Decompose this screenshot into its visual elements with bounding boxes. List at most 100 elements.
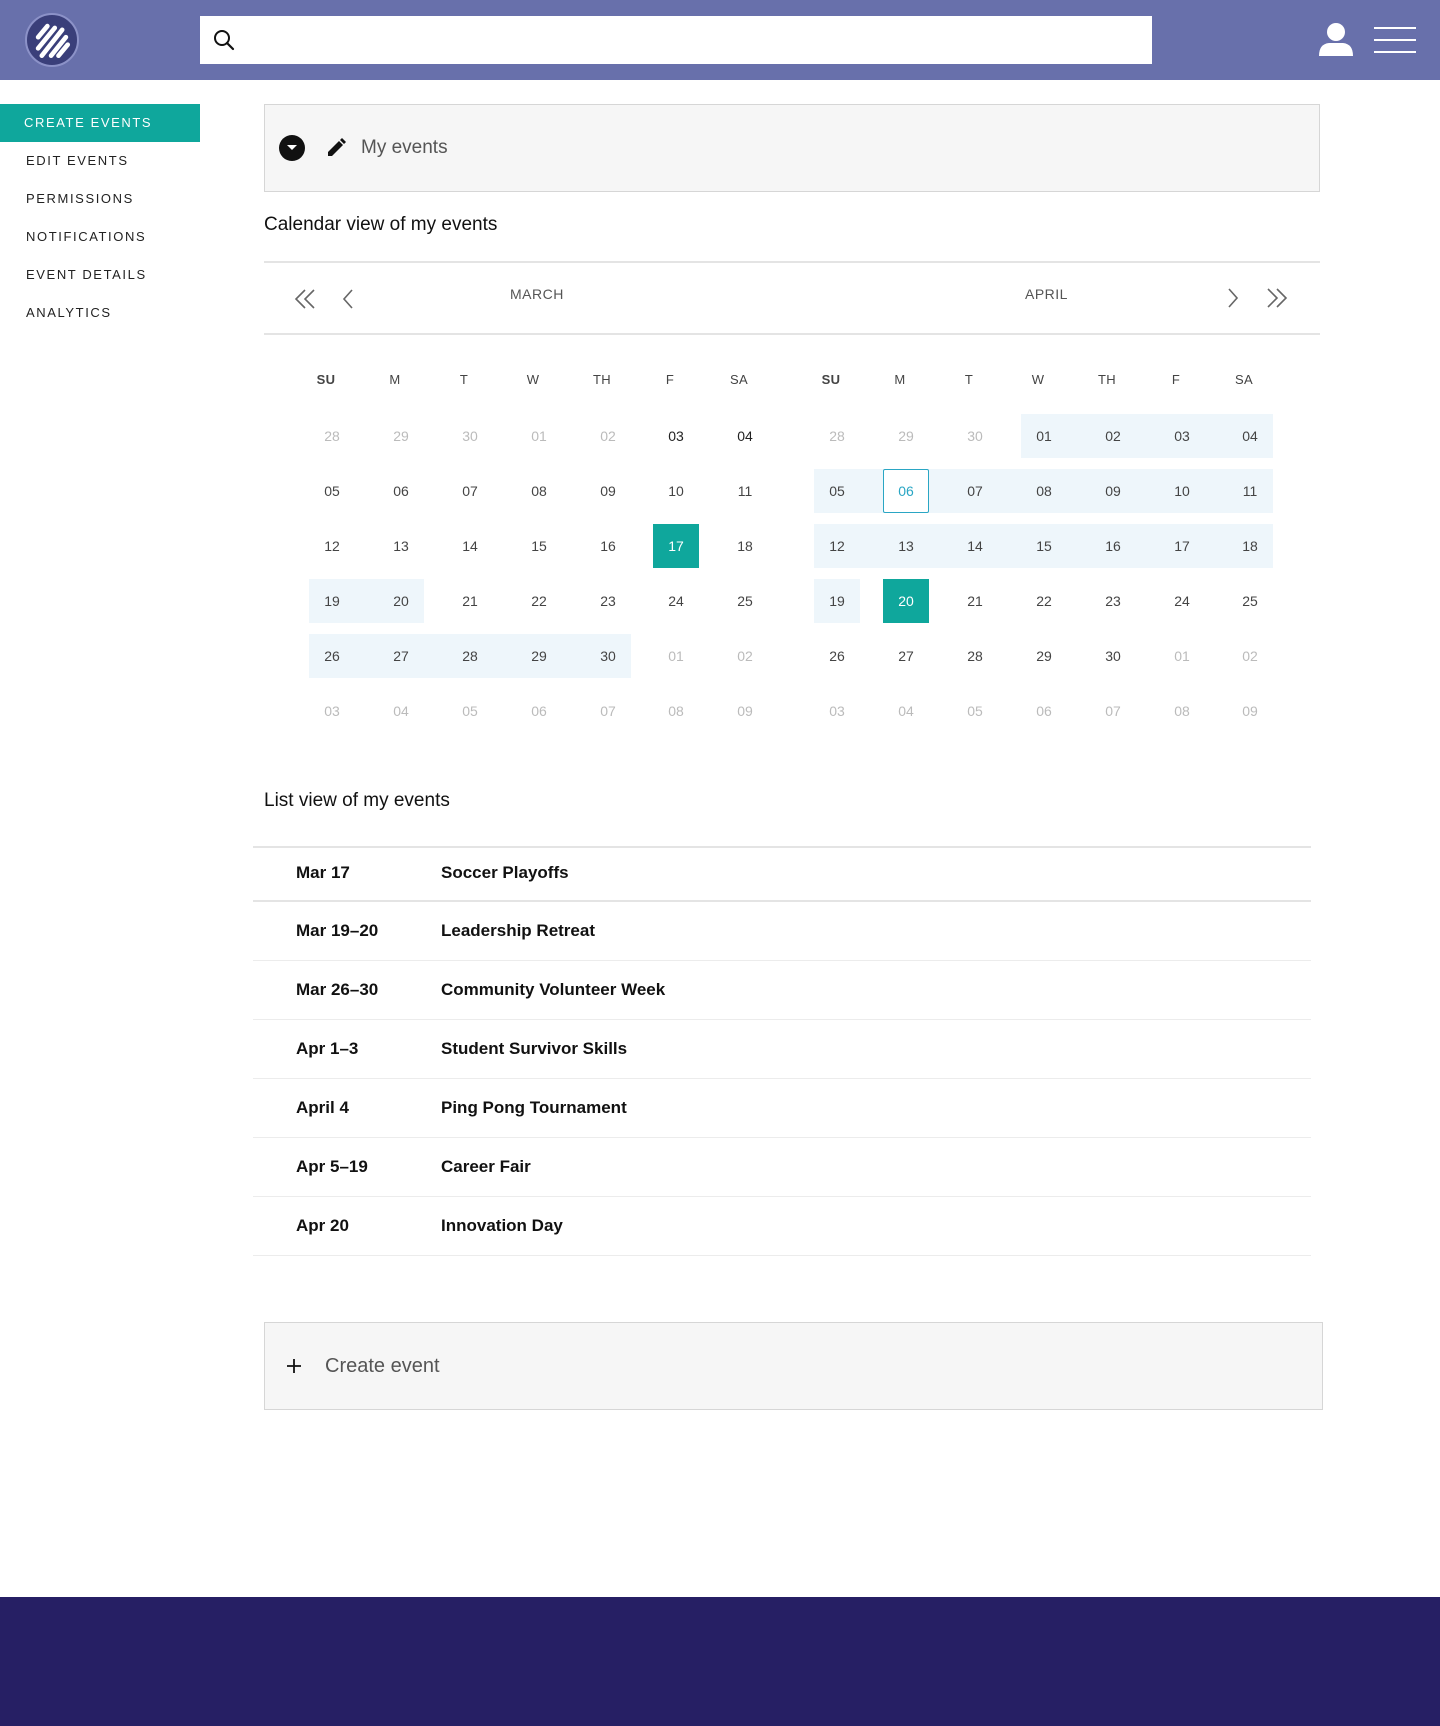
search-icon[interactable]	[200, 16, 248, 64]
calendar-day[interactable]: 08	[1159, 689, 1205, 733]
striped-circle-logo-icon[interactable]	[25, 13, 79, 67]
calendar-day[interactable]: 28	[952, 634, 998, 678]
calendar-day[interactable]: 30	[952, 414, 998, 458]
calendar-day[interactable]: 14	[447, 524, 493, 568]
calendar-day[interactable]: 18	[1227, 524, 1273, 568]
chevron-down-icon[interactable]	[279, 135, 305, 161]
calendar-day[interactable]: 07	[585, 689, 631, 733]
calendar-day[interactable]: 03	[1159, 414, 1205, 458]
calendar-day[interactable]: 05	[814, 469, 860, 513]
calendar-day[interactable]: 19	[309, 579, 355, 623]
calendar-day[interactable]: 26	[309, 634, 355, 678]
calendar-day[interactable]: 28	[309, 414, 355, 458]
calendar-day[interactable]: 02	[1227, 634, 1273, 678]
calendar-day[interactable]: 03	[653, 414, 699, 458]
create-event-button[interactable]: Create event	[325, 1355, 440, 1378]
calendar-day[interactable]: 05	[447, 689, 493, 733]
calendar-day[interactable]: 23	[585, 579, 631, 623]
calendar-day[interactable]: 13	[378, 524, 424, 568]
calendar-day[interactable]: 06	[1021, 689, 1067, 733]
calendar-day[interactable]: 21	[952, 579, 998, 623]
my-events-panel[interactable]: My events	[264, 104, 1320, 192]
calendar-day[interactable]: 02	[585, 414, 631, 458]
calendar-day[interactable]: 07	[1090, 689, 1136, 733]
calendar-day[interactable]: 28	[814, 414, 860, 458]
calendar-day[interactable]: 07	[447, 469, 493, 513]
calendar-day[interactable]: 02	[1090, 414, 1136, 458]
calendar-day[interactable]: 14	[952, 524, 998, 568]
calendar-day[interactable]: 10	[653, 469, 699, 513]
calendar-day[interactable]: 08	[516, 469, 562, 513]
calendar-day[interactable]: 20	[378, 579, 424, 623]
sidebar-item-edit-events[interactable]: EDIT EVENTS	[0, 142, 200, 180]
list-item[interactable]: Mar 26–30 Community Volunteer Week	[253, 961, 1311, 1020]
calendar-day[interactable]: 11	[722, 469, 768, 513]
calendar-day[interactable]: 01	[1021, 414, 1067, 458]
calendar-day[interactable]: 04	[722, 414, 768, 458]
calendar-day[interactable]: 25	[722, 579, 768, 623]
list-item[interactable]: Apr 5–19 Career Fair	[253, 1138, 1311, 1197]
calendar-day[interactable]: 12	[814, 524, 860, 568]
calendar-day[interactable]: 01	[516, 414, 562, 458]
calendar-day[interactable]: 30	[585, 634, 631, 678]
calendar-day[interactable]: 05	[309, 469, 355, 513]
calendar-day[interactable]: 09	[585, 469, 631, 513]
calendar-day[interactable]: 03	[309, 689, 355, 733]
calendar-day[interactable]: 20	[883, 579, 929, 623]
list-item[interactable]: Mar 19–20 Leadership Retreat	[253, 902, 1311, 961]
calendar-day[interactable]: 09	[1090, 469, 1136, 513]
calendar-day[interactable]: 15	[1021, 524, 1067, 568]
calendar-day[interactable]: 09	[1227, 689, 1273, 733]
calendar-day[interactable]: 03	[814, 689, 860, 733]
calendar-day[interactable]: 08	[653, 689, 699, 733]
calendar-day[interactable]: 24	[653, 579, 699, 623]
calendar-day[interactable]: 04	[883, 689, 929, 733]
calendar-day[interactable]: 21	[447, 579, 493, 623]
calendar-day[interactable]: 04	[378, 689, 424, 733]
list-item[interactable]: Apr 20 Innovation Day	[253, 1197, 1311, 1256]
calendar-day[interactable]: 07	[952, 469, 998, 513]
calendar-day[interactable]: 16	[1090, 524, 1136, 568]
calendar-day[interactable]: 13	[883, 524, 929, 568]
calendar-day[interactable]: 12	[309, 524, 355, 568]
calendar-day[interactable]: 29	[378, 414, 424, 458]
calendar-day[interactable]: 08	[1021, 469, 1067, 513]
calendar-day[interactable]: 29	[1021, 634, 1067, 678]
calendar-day[interactable]: 11	[1227, 469, 1273, 513]
calendar-day[interactable]: 04	[1227, 414, 1273, 458]
sidebar-item-permissions[interactable]: PERMISSIONS	[0, 180, 200, 218]
calendar-day[interactable]: 17	[653, 524, 699, 568]
calendar-day[interactable]: 24	[1159, 579, 1205, 623]
calendar-day[interactable]: 06	[378, 469, 424, 513]
calendar-day[interactable]: 01	[653, 634, 699, 678]
pencil-icon[interactable]	[325, 137, 347, 159]
calendar-day[interactable]: 22	[516, 579, 562, 623]
calendar-day[interactable]: 17	[1159, 524, 1205, 568]
calendar-day[interactable]: 29	[883, 414, 929, 458]
search-input[interactable]	[248, 16, 1152, 64]
calendar-day[interactable]: 15	[516, 524, 562, 568]
calendar-day[interactable]: 26	[814, 634, 860, 678]
calendar-day[interactable]: 05	[952, 689, 998, 733]
calendar-day[interactable]: 30	[447, 414, 493, 458]
calendar-day[interactable]: 27	[883, 634, 929, 678]
hamburger-menu-icon[interactable]	[1372, 24, 1418, 56]
next-month-button[interactable]	[1218, 283, 1248, 313]
list-item[interactable]: Apr 1–3 Student Survivor Skills	[253, 1020, 1311, 1079]
calendar-day[interactable]: 18	[722, 524, 768, 568]
next-year-button[interactable]	[1262, 283, 1292, 313]
calendar-day[interactable]: 29	[516, 634, 562, 678]
calendar-day[interactable]: 06	[883, 469, 929, 513]
prev-year-button[interactable]	[290, 284, 320, 314]
calendar-day[interactable]: 01	[1159, 634, 1205, 678]
calendar-day[interactable]: 06	[516, 689, 562, 733]
calendar-day[interactable]: 16	[585, 524, 631, 568]
calendar-day[interactable]: 22	[1021, 579, 1067, 623]
sidebar-item-analytics[interactable]: ANALYTICS	[0, 294, 200, 332]
calendar-day[interactable]: 09	[722, 689, 768, 733]
calendar-day[interactable]: 10	[1159, 469, 1205, 513]
sidebar-item-event-details[interactable]: EVENT DETAILS	[0, 256, 200, 294]
calendar-day[interactable]: 27	[378, 634, 424, 678]
sidebar-item-notifications[interactable]: NOTIFICATIONS	[0, 218, 200, 256]
calendar-day[interactable]: 19	[814, 579, 860, 623]
